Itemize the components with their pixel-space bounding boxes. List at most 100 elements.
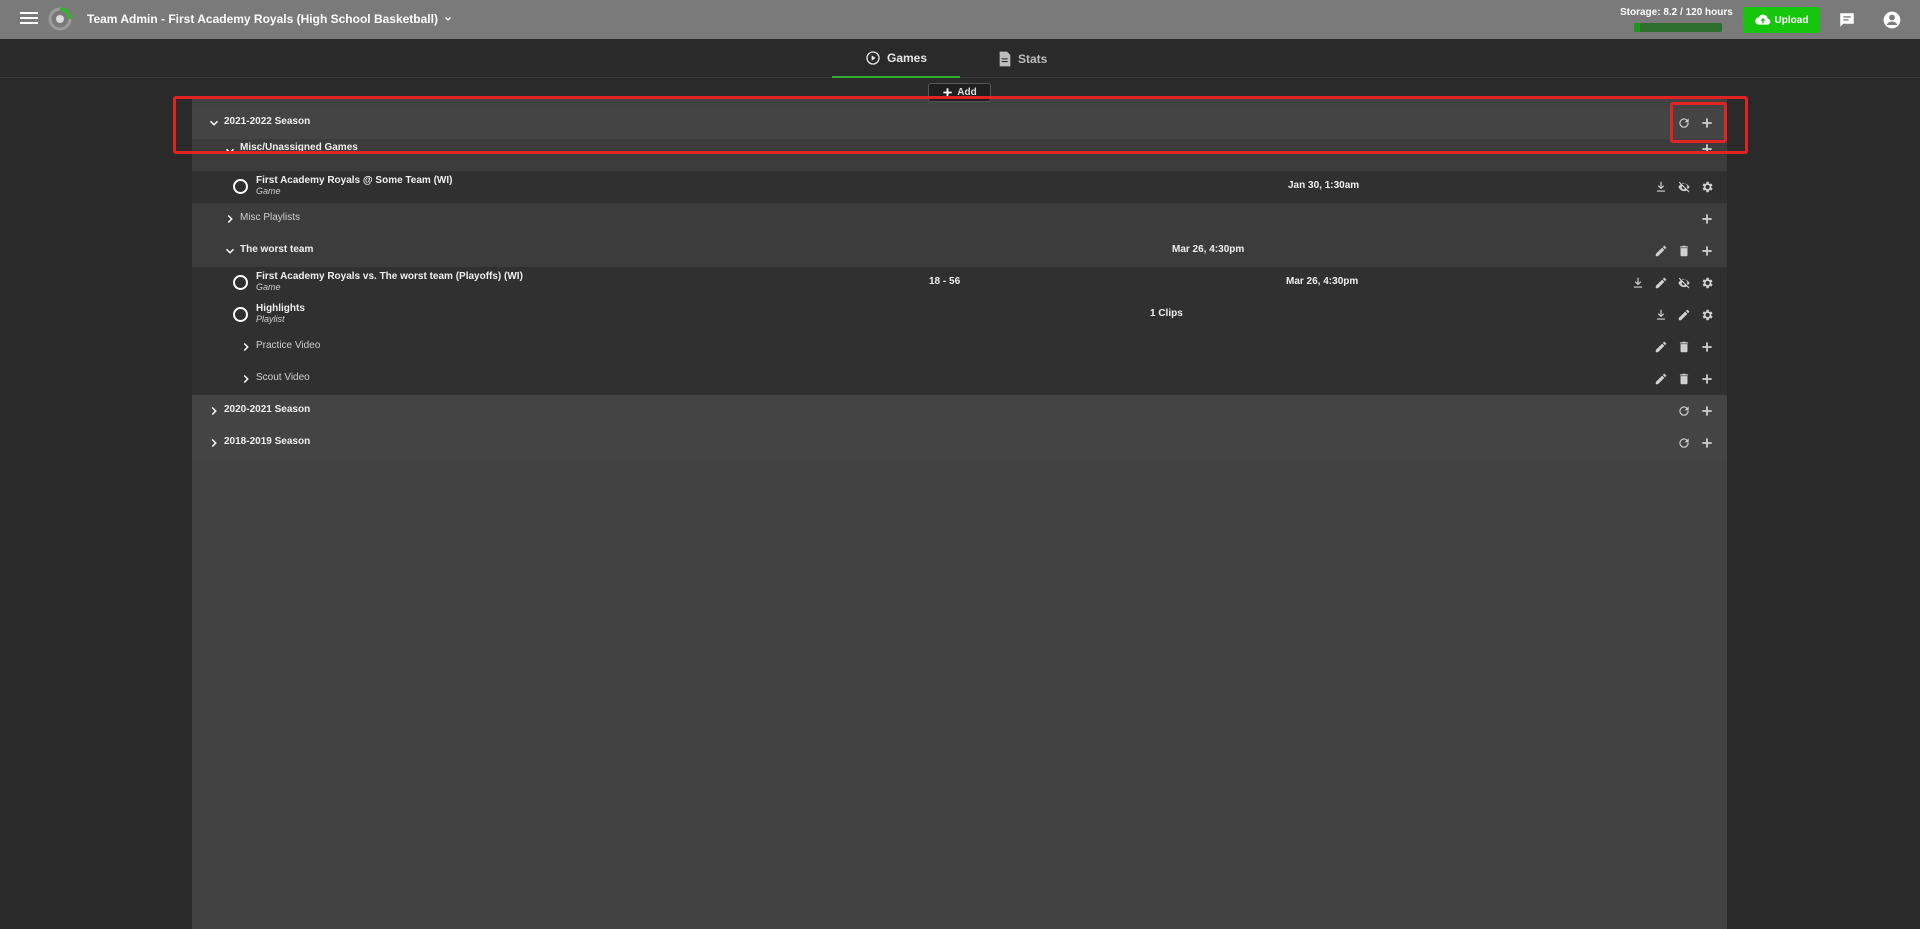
plus-icon (1702, 374, 1712, 384)
group-label: Misc/Unassigned Games (240, 142, 358, 153)
plus-icon (1702, 214, 1712, 224)
gear-icon (1702, 277, 1713, 289)
add-item-button[interactable] (1699, 243, 1715, 259)
chat-icon[interactable] (1838, 11, 1856, 29)
season-row-2021-2022[interactable]: 2021-2022 Season (192, 107, 1727, 139)
season-label: 2018-2019 Season (224, 436, 311, 447)
chevron-down-icon[interactable] (223, 244, 237, 258)
storage-label: Storage: 8.2 / 120 hours (1620, 7, 1733, 18)
playlist-row[interactable]: Highlights Playlist 1 Clips (192, 299, 1727, 331)
season-row-2018-2019[interactable]: 2018-2019 Season (192, 427, 1727, 459)
add-playlist-button[interactable] (1699, 211, 1715, 227)
season-row-2020-2021[interactable]: 2020-2021 Season (192, 395, 1727, 427)
tab-games[interactable]: Games (832, 39, 960, 78)
plus-icon (1702, 118, 1712, 128)
pencil-icon (1678, 309, 1690, 321)
plus-icon (1702, 342, 1712, 352)
top-bar: Team Admin - First Academy Royals (High … (0, 0, 1920, 39)
settings-button[interactable] (1699, 179, 1715, 195)
add-season-item-button[interactable] (1699, 435, 1715, 451)
team-selector[interactable]: Team Admin - First Academy Royals (High … (87, 12, 454, 26)
refresh-button[interactable] (1676, 115, 1692, 131)
group-row-misc-playlists[interactable]: Misc Playlists (192, 203, 1727, 235)
refresh-button[interactable] (1676, 435, 1692, 451)
game-title: First Academy Royals @ Some Team (WI) (256, 175, 453, 186)
tab-bar: Games Stats (0, 39, 1920, 78)
game-type: Game (256, 282, 281, 292)
pencil-icon (1655, 341, 1667, 353)
menu-icon[interactable] (20, 12, 38, 26)
group-row-scout-video[interactable]: Scout Video (192, 363, 1727, 395)
add-button[interactable]: Add (928, 83, 991, 102)
tab-stats[interactable]: Stats (998, 39, 1070, 78)
chevron-down-icon (445, 17, 451, 21)
group-label: Scout Video (256, 372, 310, 383)
add-item-button[interactable] (1699, 371, 1715, 387)
add-game-button[interactable] (1699, 141, 1715, 157)
play-circle-icon (866, 50, 880, 65)
download-button[interactable] (1653, 179, 1669, 195)
delete-button[interactable] (1676, 243, 1692, 259)
edit-button[interactable] (1653, 243, 1669, 259)
group-date: Mar 26, 4:30pm (1172, 244, 1245, 255)
add-label: Add (957, 87, 977, 98)
chevron-right-icon[interactable] (239, 372, 253, 386)
download-button[interactable] (1653, 307, 1669, 323)
chevron-down-icon[interactable] (223, 144, 237, 158)
chevron-right-icon[interactable] (239, 340, 253, 354)
upload-label: Upload (1774, 14, 1809, 26)
chevron-down-icon[interactable] (207, 116, 221, 130)
chevron-right-icon[interactable] (207, 404, 221, 418)
download-button[interactable] (1630, 275, 1646, 291)
trash-icon (1679, 341, 1689, 353)
delete-button[interactable] (1676, 371, 1692, 387)
game-score: 18 - 56 (929, 276, 961, 287)
group-row-misc-games[interactable]: Misc/Unassigned Games (192, 139, 1727, 171)
add-item-button[interactable] (1699, 339, 1715, 355)
edit-button[interactable] (1653, 339, 1669, 355)
game-date: Jan 30, 1:30am (1288, 180, 1360, 191)
refresh-icon (1679, 118, 1689, 128)
pencil-icon (1655, 245, 1667, 257)
chevron-right-icon[interactable] (207, 436, 221, 450)
logo (48, 7, 72, 31)
refresh-button[interactable] (1676, 403, 1692, 419)
gear-icon (1702, 309, 1713, 321)
refresh-icon (1679, 406, 1689, 416)
playlist-title: Highlights (256, 303, 305, 314)
edit-button[interactable] (1653, 371, 1669, 387)
game-row[interactable]: First Academy Royals @ Some Team (WI) Ga… (192, 171, 1727, 203)
add-season-item-button[interactable] (1699, 115, 1715, 131)
plus-icon (1702, 246, 1712, 256)
download-icon (1656, 181, 1666, 192)
tab-stats-label: Stats (1018, 51, 1048, 66)
game-type: Game (256, 186, 281, 196)
select-radio[interactable] (233, 179, 248, 194)
select-radio[interactable] (233, 275, 248, 290)
select-radio[interactable] (233, 307, 248, 322)
chevron-right-icon[interactable] (223, 212, 237, 226)
group-row-practice-video[interactable]: Practice Video (192, 331, 1727, 363)
plus-icon (1702, 144, 1712, 154)
pencil-icon (1655, 277, 1667, 289)
add-season-item-button[interactable] (1699, 403, 1715, 419)
clip-count: 1 Clips (1150, 308, 1183, 319)
tab-games-label: Games (886, 50, 928, 65)
group-row-worst-team[interactable]: The worst team Mar 26, 4:30pm (192, 235, 1727, 267)
upload-button[interactable]: Upload (1743, 7, 1820, 33)
season-label: 2020-2021 Season (224, 404, 311, 415)
edit-button[interactable] (1676, 307, 1692, 323)
account-icon[interactable] (1882, 10, 1902, 30)
game-row[interactable]: First Academy Royals vs. The worst team … (192, 267, 1727, 299)
visibility-button[interactable] (1676, 275, 1692, 291)
trash-icon (1679, 373, 1689, 385)
edit-button[interactable] (1653, 275, 1669, 291)
document-icon (999, 51, 1011, 66)
eye-off-icon (1678, 277, 1690, 289)
visibility-button[interactable] (1676, 179, 1692, 195)
game-title: First Academy Royals vs. The worst team … (256, 271, 523, 282)
eye-off-icon (1678, 181, 1690, 193)
settings-button[interactable] (1699, 275, 1715, 291)
settings-button[interactable] (1699, 307, 1715, 323)
delete-button[interactable] (1676, 339, 1692, 355)
